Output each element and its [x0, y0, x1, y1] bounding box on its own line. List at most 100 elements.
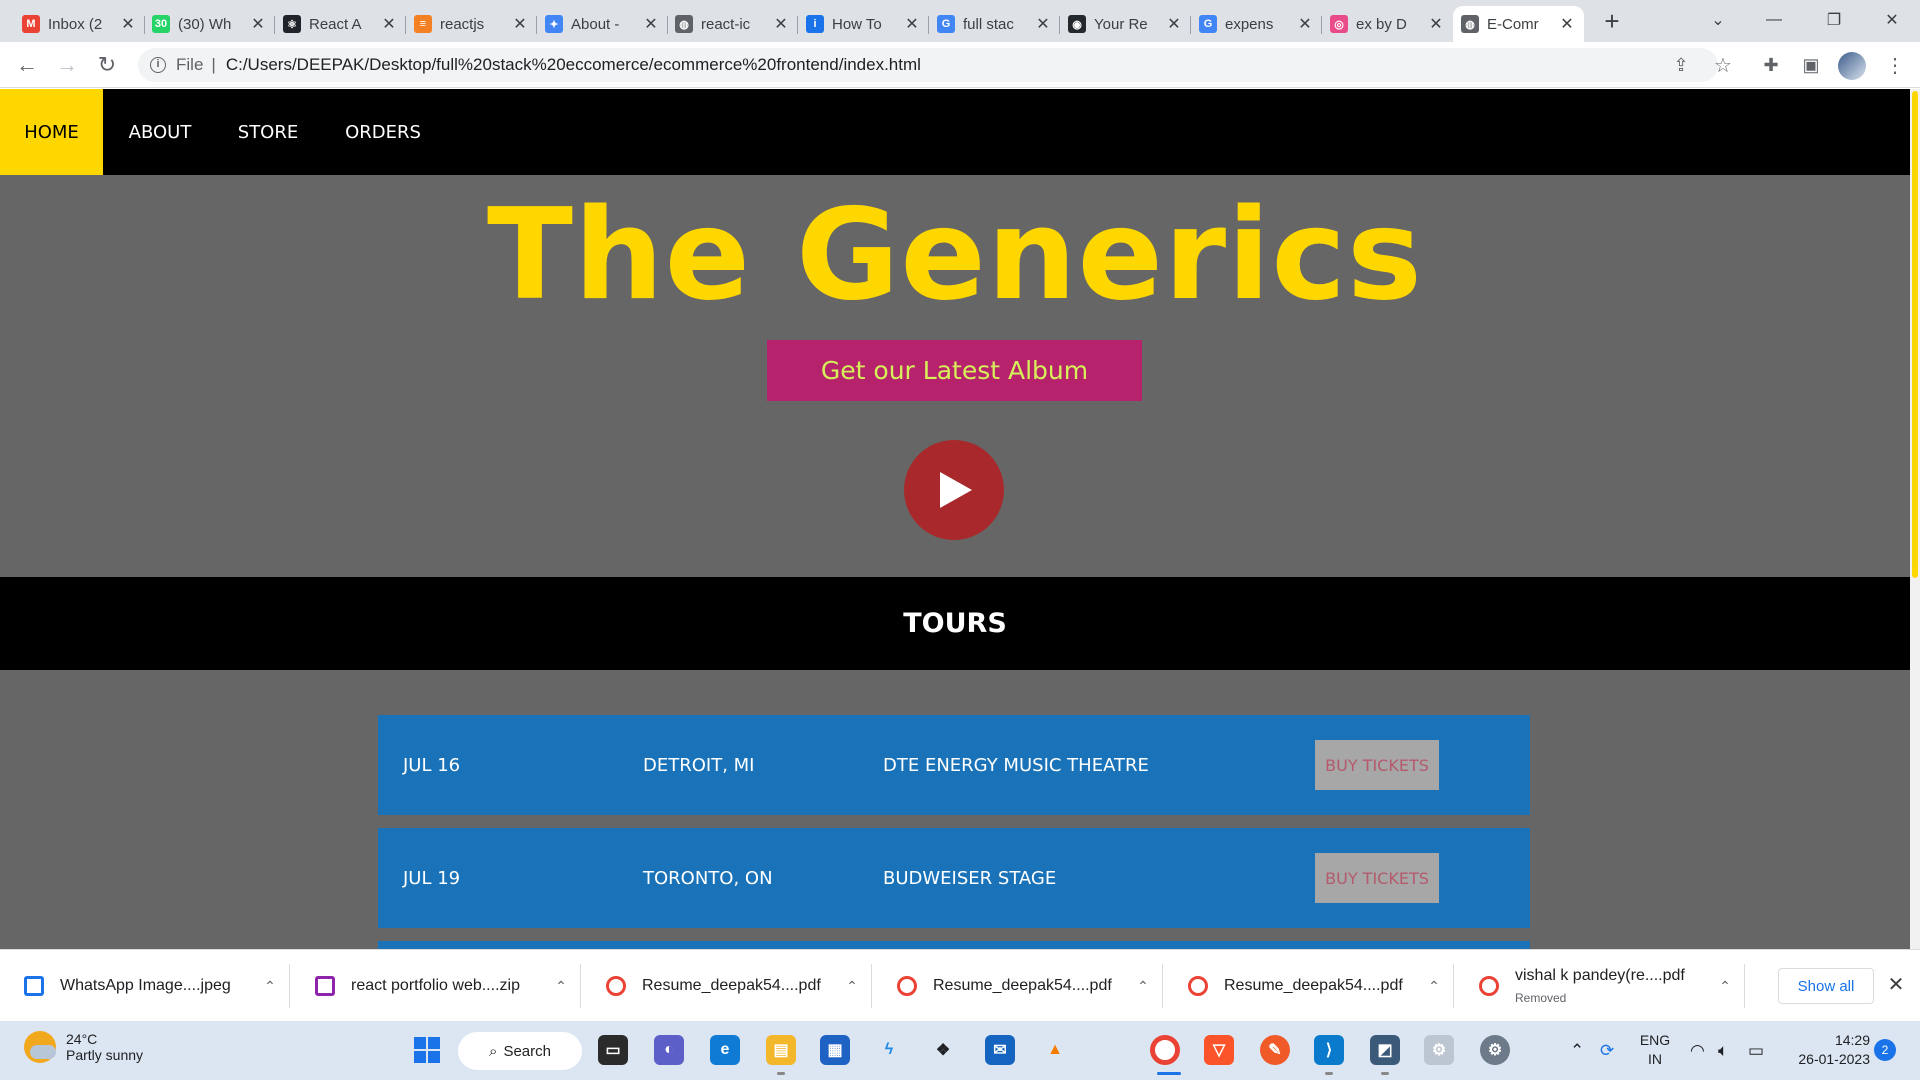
buy-tickets-button[interactable]: BUY TICKETS	[1315, 853, 1439, 903]
chevron-up-icon[interactable]: ⌃	[250, 978, 290, 995]
browser-tab[interactable]: ◍ react-ic ✕	[667, 6, 798, 42]
language-indicator[interactable]: ENG IN	[1637, 1031, 1673, 1069]
browser-tab[interactable]: M Inbox (2 ✕	[14, 6, 145, 42]
side-panel-icon[interactable]: ▣	[1796, 50, 1826, 80]
menu-kebab-icon[interactable]: ⋮	[1880, 50, 1910, 80]
browser-tab[interactable]: ⚛ React A ✕	[275, 6, 406, 42]
page-viewport: HOME ABOUT STORE ORDERS The Generics Get…	[0, 89, 1920, 949]
nav-store[interactable]: STORE	[222, 89, 314, 175]
nav-home[interactable]: HOME	[0, 89, 103, 175]
battery-icon[interactable]: ▭	[1748, 1021, 1764, 1080]
site-info-icon[interactable]: i	[150, 57, 166, 73]
chrome-icon[interactable]	[1150, 1035, 1180, 1065]
tab-close-icon[interactable]: ✕	[1165, 14, 1183, 34]
download-item[interactable]: react portfolio web....zip ⌃	[291, 960, 581, 1012]
browser-tab[interactable]: ✦ About - ✕	[537, 6, 668, 42]
weather-widget[interactable]: 24°C Partly sunny	[24, 1031, 143, 1063]
tour-row: JUL 16 DETROIT, MI DTE ENERGY MUSIC THEATR…	[378, 715, 1530, 815]
tab-close-icon[interactable]: ✕	[1558, 14, 1576, 34]
mail-icon[interactable]: ✉	[985, 1035, 1015, 1065]
sync-icon[interactable]: ⟳	[1600, 1021, 1614, 1080]
microsoft-store-icon[interactable]: ▦	[820, 1035, 850, 1065]
teams-chat-icon[interactable]: ◐	[654, 1035, 684, 1065]
play-button[interactable]	[904, 440, 1004, 540]
chevron-up-icon[interactable]: ⌃	[541, 978, 581, 995]
postman-icon[interactable]: ✎	[1260, 1035, 1290, 1065]
dribbble-icon: ◎	[1330, 15, 1348, 33]
network-tool-icon[interactable]: ⚙	[1424, 1035, 1454, 1065]
download-filename: WhatsApp Image....jpeg	[60, 977, 231, 994]
file-explorer-icon[interactable]: ▤	[766, 1035, 796, 1065]
download-item[interactable]: Resume_deepak54....pdf ⌃	[1164, 960, 1454, 1012]
nav-about[interactable]: ABOUT	[110, 89, 210, 175]
profile-avatar[interactable]	[1838, 52, 1866, 80]
taskbar-search[interactable]: ⌕ Search	[458, 1032, 582, 1070]
chrome-running-indicator	[1157, 1072, 1181, 1075]
download-item[interactable]: WhatsApp Image....jpeg ⌃	[0, 960, 290, 1012]
browser-tab[interactable]: ◍ E-Comr ✕	[1453, 6, 1584, 42]
browser-tab[interactable]: ≡ reactjs ✕	[406, 6, 537, 42]
tab-close-icon[interactable]: ✕	[1296, 14, 1314, 34]
dropbox-icon[interactable]: ❖	[928, 1035, 958, 1065]
tab-close-icon[interactable]: ✕	[249, 14, 267, 34]
share-icon[interactable]: ⇪	[1666, 50, 1696, 80]
volume-icon[interactable]: 🔈︎	[1718, 1021, 1728, 1080]
tab-search-icon[interactable]: ⌄	[1688, 0, 1748, 40]
language-line-1: ENG	[1639, 1032, 1671, 1048]
chevron-up-icon[interactable]: ⌃	[1414, 978, 1454, 995]
tab-close-icon[interactable]: ✕	[380, 14, 398, 34]
tab-close-icon[interactable]: ✕	[1427, 14, 1445, 34]
address-bar[interactable]: i File | C:/Users/DEEPAK/Desktop/full%20…	[138, 48, 1718, 82]
browser-tab[interactable]: i How To ✕	[798, 6, 929, 42]
vlc-icon[interactable]: ▲	[1040, 1035, 1070, 1065]
nav-orders[interactable]: ORDERS	[330, 89, 436, 175]
buy-tickets-button[interactable]: BUY TICKETS	[1315, 740, 1439, 790]
bookmark-star-icon[interactable]: ☆	[1708, 50, 1738, 80]
download-item[interactable]: Resume_deepak54....pdf ⌃	[582, 960, 872, 1012]
notification-badge[interactable]: 2	[1874, 1039, 1896, 1061]
tab-close-icon[interactable]: ✕	[511, 14, 529, 34]
minimize-icon[interactable]: —	[1744, 0, 1804, 40]
address-scheme: File	[176, 55, 204, 74]
edge-icon[interactable]: e	[710, 1035, 740, 1065]
tour-city: DETROIT, MI	[643, 754, 755, 776]
download-item[interactable]: Resume_deepak54....pdf ⌃	[873, 960, 1163, 1012]
tab-close-icon[interactable]: ✕	[772, 14, 790, 34]
chevron-up-icon[interactable]: ⌃	[1123, 978, 1163, 995]
back-icon[interactable]: ←	[12, 50, 42, 80]
tab-close-icon[interactable]: ✕	[642, 14, 660, 34]
brave-icon[interactable]: ▽	[1204, 1035, 1234, 1065]
taskbar-clock[interactable]: 14:29 26-01-2023	[1790, 1031, 1870, 1069]
tab-close-icon[interactable]: ✕	[903, 14, 921, 34]
vscode-insiders-icon[interactable]: ϟ	[874, 1035, 904, 1065]
tab-close-icon[interactable]: ✕	[1034, 14, 1052, 34]
browser-tab[interactable]: 30 (30) Wh ✕	[144, 6, 275, 42]
close-window-icon[interactable]: ✕	[1862, 0, 1920, 40]
address-url[interactable]: C:/Users/DEEPAK/Desktop/full%20stack%20e…	[226, 55, 921, 75]
download-item[interactable]: vishal k pandey(re....pdf Removed ⌃	[1455, 960, 1745, 1012]
close-download-shelf-icon[interactable]: ✕	[1884, 970, 1908, 1000]
browser-tab[interactable]: ◎ ex by D ✕	[1322, 6, 1453, 42]
browser-tab[interactable]: Gfull stac ✕	[929, 6, 1060, 42]
latest-album-button[interactable]: Get our Latest Album	[767, 340, 1142, 401]
chevron-up-icon[interactable]: ⌃	[832, 978, 872, 995]
restore-icon[interactable]: ❐	[1804, 0, 1864, 40]
page-scrollbar[interactable]	[1910, 89, 1920, 949]
extensions-icon[interactable]: ✚	[1756, 50, 1786, 80]
database-tool-icon[interactable]: ◩	[1370, 1035, 1400, 1065]
chevron-up-icon[interactable]: ⌃	[1705, 978, 1745, 995]
show-all-downloads-button[interactable]: Show all	[1778, 968, 1874, 1004]
browser-tab[interactable]: ◉ Your Re ✕	[1060, 6, 1191, 42]
new-tab-button[interactable]: +	[1596, 8, 1628, 36]
reload-icon[interactable]: ↻	[92, 50, 122, 80]
forward-icon[interactable]: →	[52, 50, 82, 80]
windows-start-icon[interactable]	[412, 1035, 442, 1065]
browser-tab[interactable]: Gexpens ✕	[1191, 6, 1322, 42]
vscode-icon[interactable]: ⟩	[1314, 1035, 1344, 1065]
scrollbar-thumb[interactable]	[1912, 91, 1918, 578]
wifi-icon[interactable]: ◠	[1690, 1021, 1705, 1080]
tab-close-icon[interactable]: ✕	[119, 14, 137, 34]
task-view-icon[interactable]: ▭	[598, 1035, 628, 1065]
show-hidden-icons-chevron-icon[interactable]: ⌃	[1570, 1021, 1584, 1080]
settings-icon[interactable]: ⚙	[1480, 1035, 1510, 1065]
